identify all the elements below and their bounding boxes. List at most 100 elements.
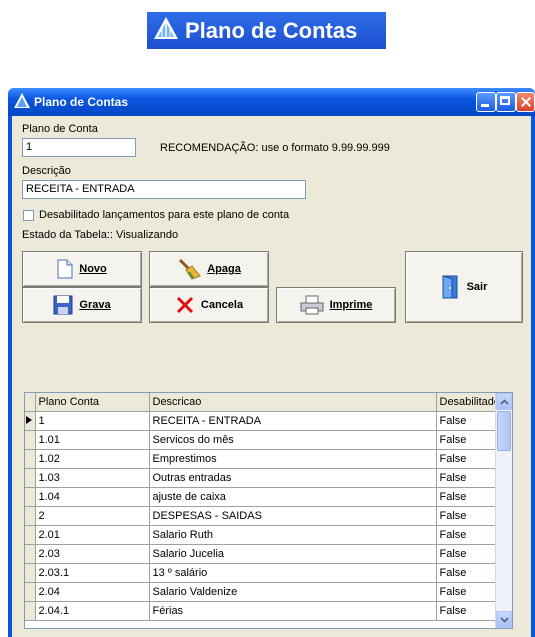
cell-desabilitado[interactable]: False — [436, 544, 499, 564]
table-row[interactable]: 2.04.1 Férias False — [25, 601, 499, 621]
table-row[interactable]: 2.01 Salario Ruth False — [25, 525, 499, 545]
cell-descricao[interactable]: Outras entradas — [149, 468, 437, 488]
table-row[interactable]: 2.04 Salario Valdenize False — [25, 582, 499, 602]
cell-desabilitado[interactable]: False — [436, 601, 499, 621]
row-indicator[interactable] — [25, 563, 36, 583]
cancel-x-icon — [175, 295, 195, 315]
row-indicator[interactable] — [25, 449, 36, 469]
sair-button[interactable]: Sair — [405, 251, 523, 323]
window-client-area: Plano de Conta 1 RECOMENDAÇÃO: use o for… — [12, 116, 531, 637]
row-indicator[interactable] — [25, 525, 36, 545]
row-indicator[interactable] — [25, 544, 36, 564]
row-indicator[interactable] — [25, 487, 36, 507]
cell-desabilitado[interactable]: False — [436, 449, 499, 469]
chevron-down-icon — [499, 616, 509, 623]
cell-descricao[interactable]: Salario Jucelia — [149, 544, 437, 564]
row-indicator[interactable] — [25, 430, 36, 450]
imprime-button[interactable]: Imprime — [276, 287, 396, 323]
cell-plano-conta[interactable]: 2 — [35, 506, 150, 526]
cell-plano-conta[interactable]: 1 — [35, 411, 150, 431]
column-header-descricao[interactable]: Descricao — [149, 393, 437, 412]
banner: Plano de Contas — [147, 12, 386, 49]
column-header-desabilitado[interactable]: Desabilitado — [436, 393, 499, 412]
close-button[interactable] — [516, 92, 535, 112]
scroll-thumb[interactable] — [497, 411, 511, 451]
current-row-arrow-icon — [26, 415, 32, 424]
accounts-table: Plano Conta Descricao Desabilitado 1 RECE… — [25, 393, 499, 621]
printer-icon — [300, 295, 324, 315]
cell-plano-conta[interactable]: 2.03.1 — [35, 563, 150, 583]
column-header-plano-conta[interactable]: Plano Conta — [35, 393, 150, 412]
accounts-grid[interactable]: Plano Conta Descricao Desabilitado 1 RECE… — [24, 392, 513, 629]
table-row[interactable]: 2.03.1 13 º salário False — [25, 563, 499, 583]
chevron-up-icon — [499, 398, 509, 405]
save-disk-icon — [53, 295, 73, 315]
cell-plano-conta[interactable]: 2.04.1 — [35, 601, 150, 621]
novo-button[interactable]: Novo — [22, 251, 142, 287]
cell-plano-conta[interactable]: 1.02 — [35, 449, 150, 469]
row-indicator[interactable] — [25, 582, 36, 602]
sair-label: Sair — [466, 281, 488, 293]
vertical-scrollbar[interactable] — [495, 393, 512, 628]
cell-desabilitado[interactable]: False — [436, 506, 499, 526]
title-bar[interactable]: Plano de Contas — [8, 88, 535, 116]
table-row[interactable]: 2 DESPESAS - SAIDAS False — [25, 506, 499, 526]
row-indicator[interactable] — [25, 506, 36, 526]
grava-button[interactable]: Grava — [22, 287, 142, 323]
row-indicator[interactable] — [25, 601, 36, 621]
descricao-input[interactable]: RECEITA - ENTRADA — [22, 180, 306, 199]
desabilitado-label: Desabilitado lançamentos para este plano… — [39, 209, 290, 221]
row-indicator-header — [25, 393, 36, 412]
cell-desabilitado[interactable]: False — [436, 563, 499, 583]
cancela-button[interactable]: Cancela — [149, 287, 269, 323]
cell-desabilitado[interactable]: False — [436, 411, 499, 431]
cell-plano-conta[interactable]: 1.03 — [35, 468, 150, 488]
cell-plano-conta[interactable]: 1.01 — [35, 430, 150, 450]
table-row[interactable]: 1 RECEITA - ENTRADA False — [25, 411, 499, 431]
cell-descricao[interactable]: Férias — [149, 601, 437, 621]
scroll-up-button[interactable] — [496, 393, 512, 410]
scroll-down-button[interactable] — [496, 611, 512, 628]
cell-desabilitado[interactable]: False — [436, 430, 499, 450]
row-indicator[interactable] — [25, 468, 36, 488]
table-row[interactable]: 1.02 Emprestimos False — [25, 449, 499, 469]
apaga-button[interactable]: Apaga — [149, 251, 269, 287]
row-indicator[interactable] — [25, 411, 36, 431]
estado-tabela-text: Estado da Tabela:: Visualizando — [22, 229, 179, 241]
cell-desabilitado[interactable]: False — [436, 582, 499, 602]
cell-desabilitado[interactable]: False — [436, 487, 499, 507]
minimize-button[interactable] — [476, 92, 496, 112]
novo-label: Novo — [79, 263, 107, 275]
cell-plano-conta[interactable]: 2.01 — [35, 525, 150, 545]
cell-descricao[interactable]: 13 º salário — [149, 563, 437, 583]
recomendacao-text: RECOMENDAÇÃO: use o formato 9.99.99.999 — [160, 142, 390, 154]
table-row[interactable]: 1.04 ajuste de caixa False — [25, 487, 499, 507]
cell-desabilitado[interactable]: False — [436, 525, 499, 545]
plano-conta-input[interactable]: 1 — [22, 138, 136, 157]
cell-descricao[interactable]: RECEITA - ENTRADA — [149, 411, 437, 431]
main-window: Plano de Contas Plano de Conta 1 RECOMEN… — [8, 88, 535, 637]
cell-descricao[interactable]: DESPESAS - SAIDAS — [149, 506, 437, 526]
cell-plano-conta[interactable]: 2.03 — [35, 544, 150, 564]
apaga-label: Apaga — [207, 263, 241, 275]
table-row[interactable]: 1.03 Outras entradas False — [25, 468, 499, 488]
descricao-label: Descrição — [22, 165, 71, 177]
broom-icon — [177, 258, 202, 280]
cell-plano-conta[interactable]: 2.04 — [35, 582, 150, 602]
banner-title: Plano de Contas — [185, 17, 358, 43]
cell-descricao[interactable]: Emprestimos — [149, 449, 437, 469]
cell-descricao[interactable]: Salario Ruth — [149, 525, 437, 545]
cell-desabilitado[interactable]: False — [436, 468, 499, 488]
grava-label: Grava — [79, 299, 111, 311]
window-title: Plano de Contas — [34, 95, 129, 109]
desabilitado-checkbox[interactable] — [23, 210, 34, 221]
maximize-button[interactable] — [496, 92, 516, 112]
cell-descricao[interactable]: Servicos do mês — [149, 430, 437, 450]
table-row[interactable]: 2.03 Salario Jucelia False — [25, 544, 499, 564]
new-document-icon — [57, 259, 73, 279]
cell-descricao[interactable]: ajuste de caixa — [149, 487, 437, 507]
table-row[interactable]: 1.01 Servicos do mês False — [25, 430, 499, 450]
cell-plano-conta[interactable]: 1.04 — [35, 487, 150, 507]
imprime-label: Imprime — [329, 299, 373, 311]
cell-descricao[interactable]: Salario Valdenize — [149, 582, 437, 602]
